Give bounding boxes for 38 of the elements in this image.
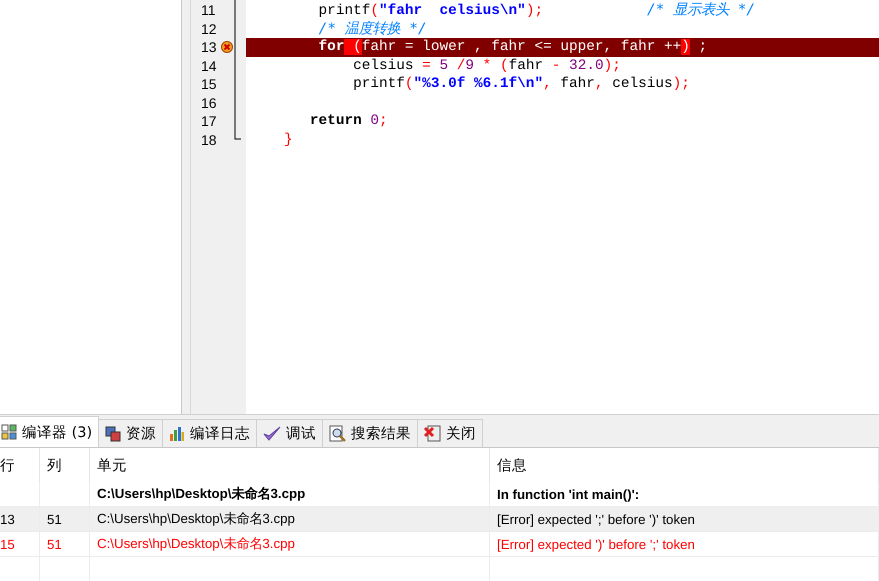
line-number: 17 (200, 112, 218, 130)
tab[interactable]: 编译器 (3) (0, 416, 100, 447)
code-line: } (283, 130, 294, 149)
line-number: 14 (200, 56, 218, 75)
code-line: printf("%3.0f %6.1f\n", fahr, celsius); (352, 75, 691, 94)
code-line: celsius = 5 /9 * (fahr - 32.0); (352, 56, 622, 75)
table-cell: [Error] expected ';' before ')' token (490, 507, 879, 532)
table-cell: 51 (40, 532, 90, 557)
table-cell: C:\Users\hp\Desktop\未命名3.cpp (90, 532, 490, 557)
close-icon (424, 425, 442, 442)
tab[interactable]: 关闭 (417, 419, 484, 447)
table-cell: [Error] expected ')' before ';' token (490, 532, 879, 557)
table-cell: C:\Users\hp\Desktop\未命名3.cpp (90, 507, 490, 532)
line-number: 12 (200, 20, 218, 38)
table-cell: 13 (0, 507, 40, 532)
table-cell: 15 (0, 532, 40, 557)
search-icon (329, 425, 346, 442)
tab-label: 编译日志 (190, 425, 250, 443)
code-line: printf("fahr celsius\n"); /* 显示表头 */ (318, 1, 756, 20)
line-number: 16 (200, 94, 218, 112)
grid-icon (1, 424, 17, 440)
tab-label: 调试 (286, 425, 316, 443)
tab-label: 搜索结果 (351, 425, 412, 443)
table-cell: C:\Users\hp\Desktop\未命名3.cpp (90, 482, 490, 507)
code-line: /* 温度转换 */ (318, 20, 428, 38)
line-number: 18 (200, 130, 218, 149)
bar-chart-icon (169, 426, 186, 442)
tab-label: 资源 (126, 425, 156, 443)
code-line: return 0; (308, 112, 389, 130)
tab-label: 编译器 (3) (22, 424, 92, 442)
line-number: 13 (191, 38, 246, 56)
table-cell: In function 'int main()': (490, 482, 879, 507)
tab-label: 关闭 (446, 425, 476, 443)
line-number: 15 (200, 75, 218, 94)
check-icon (263, 426, 282, 442)
line-number: 11 (200, 1, 217, 20)
table-cell: 51 (40, 507, 90, 532)
squares-icon (105, 426, 122, 442)
